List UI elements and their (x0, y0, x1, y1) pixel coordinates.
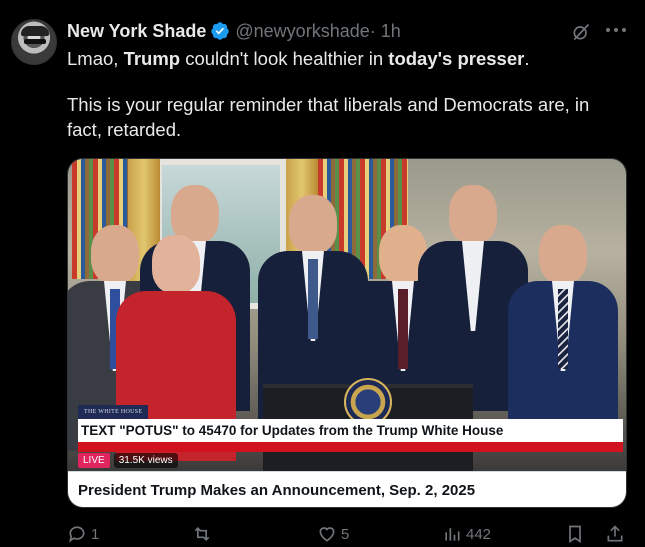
avatar-sunglasses (24, 39, 46, 44)
person-head (449, 185, 497, 243)
author-handle[interactable]: @newyorkshade (235, 21, 369, 42)
timestamp[interactable]: · 1h (370, 21, 401, 42)
more-icon[interactable] (604, 20, 628, 40)
views-icon (445, 528, 460, 541)
overlay-headline: TEXT "POTUS" to 45470 for Updates from t… (78, 419, 623, 442)
video-views: 31.5K views (113, 453, 178, 468)
reply-icon (69, 526, 85, 543)
more-dot (622, 28, 626, 32)
lower-third: THE WHITE HOUSE TEXT "POTUS" to 45470 fo… (78, 405, 623, 468)
media-card[interactable]: THE WHITE HOUSE TEXT "POTUS" to 45470 fo… (67, 158, 627, 508)
tweet[interactable]: New York Shade @newyorkshade · 1h Lmao, … (0, 0, 645, 547)
text-run: . (524, 48, 530, 69)
author-name[interactable]: New York Shade (67, 21, 206, 42)
person-head (138, 185, 214, 293)
bookmark-icon (569, 525, 581, 544)
avatar[interactable] (11, 19, 57, 65)
share-button[interactable] (605, 522, 625, 546)
overlay-red-bar (78, 442, 623, 452)
text-run: couldn't look healthier in (180, 48, 389, 69)
overlay-tag: THE WHITE HOUSE (84, 409, 143, 415)
tweet-header: New York Shade @newyorkshade · 1h (67, 20, 401, 42)
tweet-text: Lmao, Trump couldn't look healthier in t… (67, 46, 627, 142)
action-bar: 1 5 442 (67, 522, 629, 546)
reply-button[interactable]: 1 (67, 522, 99, 546)
like-icon (319, 527, 335, 542)
lower-third-tag: THE WHITE HOUSE (78, 405, 148, 419)
shirt (462, 241, 484, 331)
media-caption[interactable]: President Trump Makes an Announcement, S… (68, 471, 626, 507)
reply-count: 1 (91, 525, 100, 543)
views-button[interactable]: 442 (442, 522, 491, 546)
like-button[interactable]: 5 (317, 522, 349, 546)
text-run-bold: Trump (123, 48, 181, 69)
tie (308, 259, 318, 339)
like-count: 5 (341, 525, 350, 543)
grok-icon[interactable] (571, 22, 591, 42)
retweet-icon (194, 526, 210, 542)
verified-icon (211, 22, 230, 40)
tweet-line-1: Lmao, Trump couldn't look healthier in t… (67, 46, 627, 71)
tweet-line-2: This is your regular reminder that liber… (67, 94, 590, 140)
live-badge: LIVE (78, 453, 110, 468)
more-dot (614, 28, 618, 32)
avatar-cap (21, 26, 49, 36)
person-head (289, 195, 337, 253)
tie (558, 289, 568, 369)
retweet-button[interactable] (192, 522, 216, 546)
text-run: Lmao, (67, 48, 124, 69)
text-run-bold: today's (388, 48, 453, 69)
more-dot (606, 28, 610, 32)
text-run-bold: presser (457, 48, 525, 69)
share-icon (607, 525, 623, 542)
video-frame[interactable]: THE WHITE HOUSE TEXT "POTUS" to 45470 fo… (68, 159, 626, 471)
person-head (539, 225, 587, 283)
views-count: 442 (466, 525, 492, 543)
tie (398, 289, 408, 369)
bookmark-button[interactable] (565, 522, 585, 546)
live-indicator: LIVE 31.5K views (78, 453, 178, 468)
